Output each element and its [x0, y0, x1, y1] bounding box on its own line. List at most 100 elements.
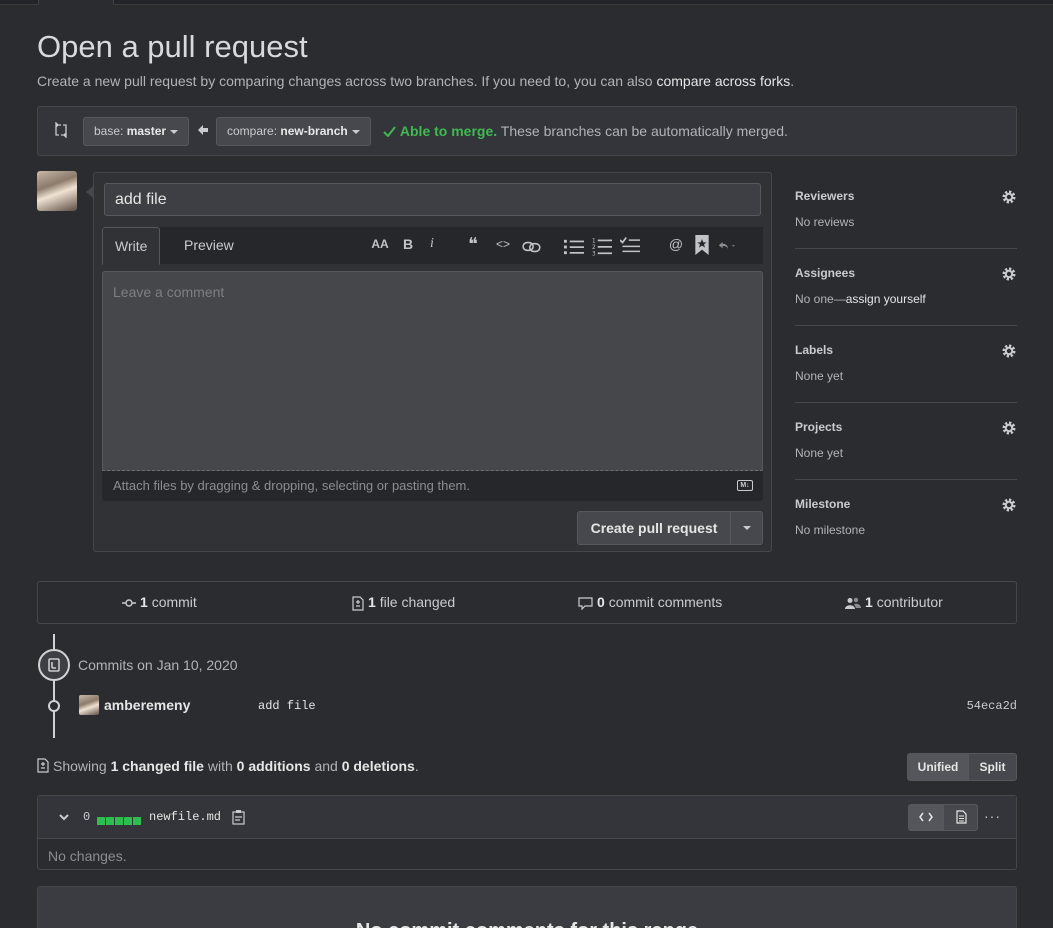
git-commit-icon — [48, 658, 60, 672]
contributors-label: contributor — [876, 594, 943, 610]
markdown-icon[interactable]: M↓ — [737, 480, 753, 491]
compare-icon — [55, 122, 67, 138]
editor-tab-bar: Write Preview AA B i ❝ <> 123 @ — [102, 227, 763, 265]
mention-icon[interactable]: @ — [666, 234, 686, 254]
diffstat-bar — [97, 812, 142, 828]
unordered-list-icon[interactable] — [564, 237, 584, 257]
quote-icon[interactable]: ❝ — [463, 234, 483, 254]
file-diff-icon — [37, 758, 49, 773]
compare-label: compare: — [227, 124, 278, 138]
tab-write[interactable]: Write — [102, 227, 161, 265]
sidebar-labels: Labels None yet — [795, 326, 1017, 403]
reply-icon[interactable] — [718, 236, 738, 256]
kebab-menu-icon[interactable]: ··· — [984, 808, 1001, 824]
commit-message-link[interactable]: add file — [258, 699, 316, 713]
pr-composer: add file Write Preview AA B i ❝ <> 123 @… — [93, 172, 772, 552]
diffstat-count: 0 — [83, 810, 91, 824]
sidebar-heading[interactable]: Assignees — [795, 266, 855, 280]
create-pull-request-button-group: Create pull request — [577, 511, 763, 545]
assign-yourself-link[interactable]: assign yourself — [846, 292, 926, 306]
rich-view-button[interactable] — [944, 805, 978, 830]
file-view-toggle — [908, 804, 978, 831]
sidebar-heading[interactable]: Reviewers — [795, 189, 854, 203]
diff-summary: Showing 1 changed file with 0 additions … — [37, 758, 419, 774]
avatar[interactable] — [79, 695, 99, 715]
commits-count: 1 — [140, 594, 148, 610]
bold-icon[interactable]: B — [398, 234, 418, 254]
commits-label: commit — [151, 594, 197, 610]
diffstat-block — [133, 817, 141, 825]
svg-text:2: 2 — [592, 245, 596, 251]
unified-view-button[interactable]: Unified — [908, 754, 969, 780]
file-icon — [956, 810, 967, 824]
showing-prefix: Showing — [53, 758, 107, 774]
comment-icon — [578, 597, 593, 611]
file-diff: 0 newfile.md ··· No changes. — [37, 795, 1017, 870]
chevron-down-icon — [743, 526, 751, 530]
diffstat-block — [124, 817, 132, 825]
pr-title-input[interactable]: add file — [104, 183, 761, 216]
comment-textarea[interactable]: Leave a comment — [102, 271, 763, 471]
sidebar-heading[interactable]: Projects — [795, 420, 842, 434]
compare-branch-selector[interactable]: compare: new-branch — [216, 117, 371, 146]
commits-group-badge — [38, 649, 70, 681]
files-changed-tab[interactable]: 1 file changed — [352, 582, 455, 623]
source-view-button[interactable] — [909, 805, 944, 830]
arrow-left-icon — [198, 125, 208, 135]
commit-comments-tab[interactable]: 0 commit comments — [578, 582, 722, 623]
attach-files-bar[interactable]: Attach files by dragging & dropping, sel… — [102, 471, 763, 501]
files-label: file changed — [379, 594, 456, 610]
files-count: 1 — [368, 594, 376, 610]
commit-sha-link[interactable]: 54eca2d — [967, 699, 1017, 713]
file-header: 0 newfile.md ··· — [38, 796, 1016, 839]
people-icon — [845, 597, 861, 609]
chevron-down-icon[interactable] — [58, 811, 70, 823]
commit-author-link[interactable]: amberemeny — [104, 697, 190, 713]
changed-file-count[interactable]: 1 changed file — [111, 758, 204, 774]
diffstat-block — [97, 817, 105, 825]
gear-icon[interactable] — [1001, 420, 1017, 436]
link-icon[interactable] — [522, 237, 542, 257]
commit-comments-blankslate: No commit comments for this range — [37, 886, 1017, 928]
base-branch-selector[interactable]: base: master — [83, 117, 190, 146]
sidebar-heading[interactable]: Milestone — [795, 497, 850, 511]
saved-reply-icon[interactable] — [692, 235, 712, 255]
create-pull-request-button[interactable]: Create pull request — [578, 512, 731, 544]
create-options-dropdown[interactable] — [731, 512, 763, 544]
heading-icon[interactable]: AA — [370, 234, 390, 254]
tab-preview[interactable]: Preview — [172, 227, 246, 264]
compare-branch-name: new-branch — [280, 124, 348, 138]
sidebar-value: None yet — [795, 369, 844, 383]
code-icon — [919, 812, 933, 822]
commit-icon — [122, 599, 136, 607]
split-view-button[interactable]: Split — [969, 754, 1016, 780]
gear-icon[interactable] — [1001, 497, 1017, 513]
sidebar-value: No reviews — [795, 215, 855, 229]
clipboard-icon[interactable] — [232, 809, 246, 825]
code-icon[interactable]: <> — [493, 234, 513, 254]
sidebar-milestone: Milestone No milestone — [795, 480, 1017, 557]
ordered-list-icon[interactable]: 123 — [592, 236, 612, 256]
showing-with: with — [207, 758, 233, 774]
deletions-count: 0 deletions — [341, 758, 415, 774]
branch-range-editor: base: master compare: new-branch Able to… — [37, 106, 1017, 156]
merge-ok-text: Able to merge. — [399, 123, 498, 139]
italic-icon[interactable]: i — [422, 234, 442, 254]
file-name-link[interactable]: newfile.md — [149, 810, 221, 824]
avatar[interactable] — [37, 171, 77, 211]
contributors-tab[interactable]: 1 contributor — [845, 582, 943, 623]
showing-period: . — [414, 758, 419, 774]
task-list-icon[interactable] — [620, 235, 640, 255]
comments-label: commit comments — [608, 594, 723, 610]
compare-forks-link[interactable]: compare across forks — [656, 73, 790, 89]
sidebar-heading[interactable]: Labels — [795, 343, 833, 357]
sidebar-reviewers: Reviewers No reviews — [795, 172, 1017, 249]
gear-icon[interactable] — [1001, 266, 1017, 282]
comments-count: 0 — [597, 594, 605, 610]
commits-date-heading: Commits on Jan 10, 2020 — [78, 657, 238, 673]
gear-icon[interactable] — [1001, 343, 1017, 359]
sidebar-value: No one—assign yourself — [795, 292, 926, 306]
gear-icon[interactable] — [1001, 189, 1017, 205]
active-tab-marker — [38, 0, 114, 5]
commits-tab[interactable]: 1 commit — [122, 582, 197, 623]
